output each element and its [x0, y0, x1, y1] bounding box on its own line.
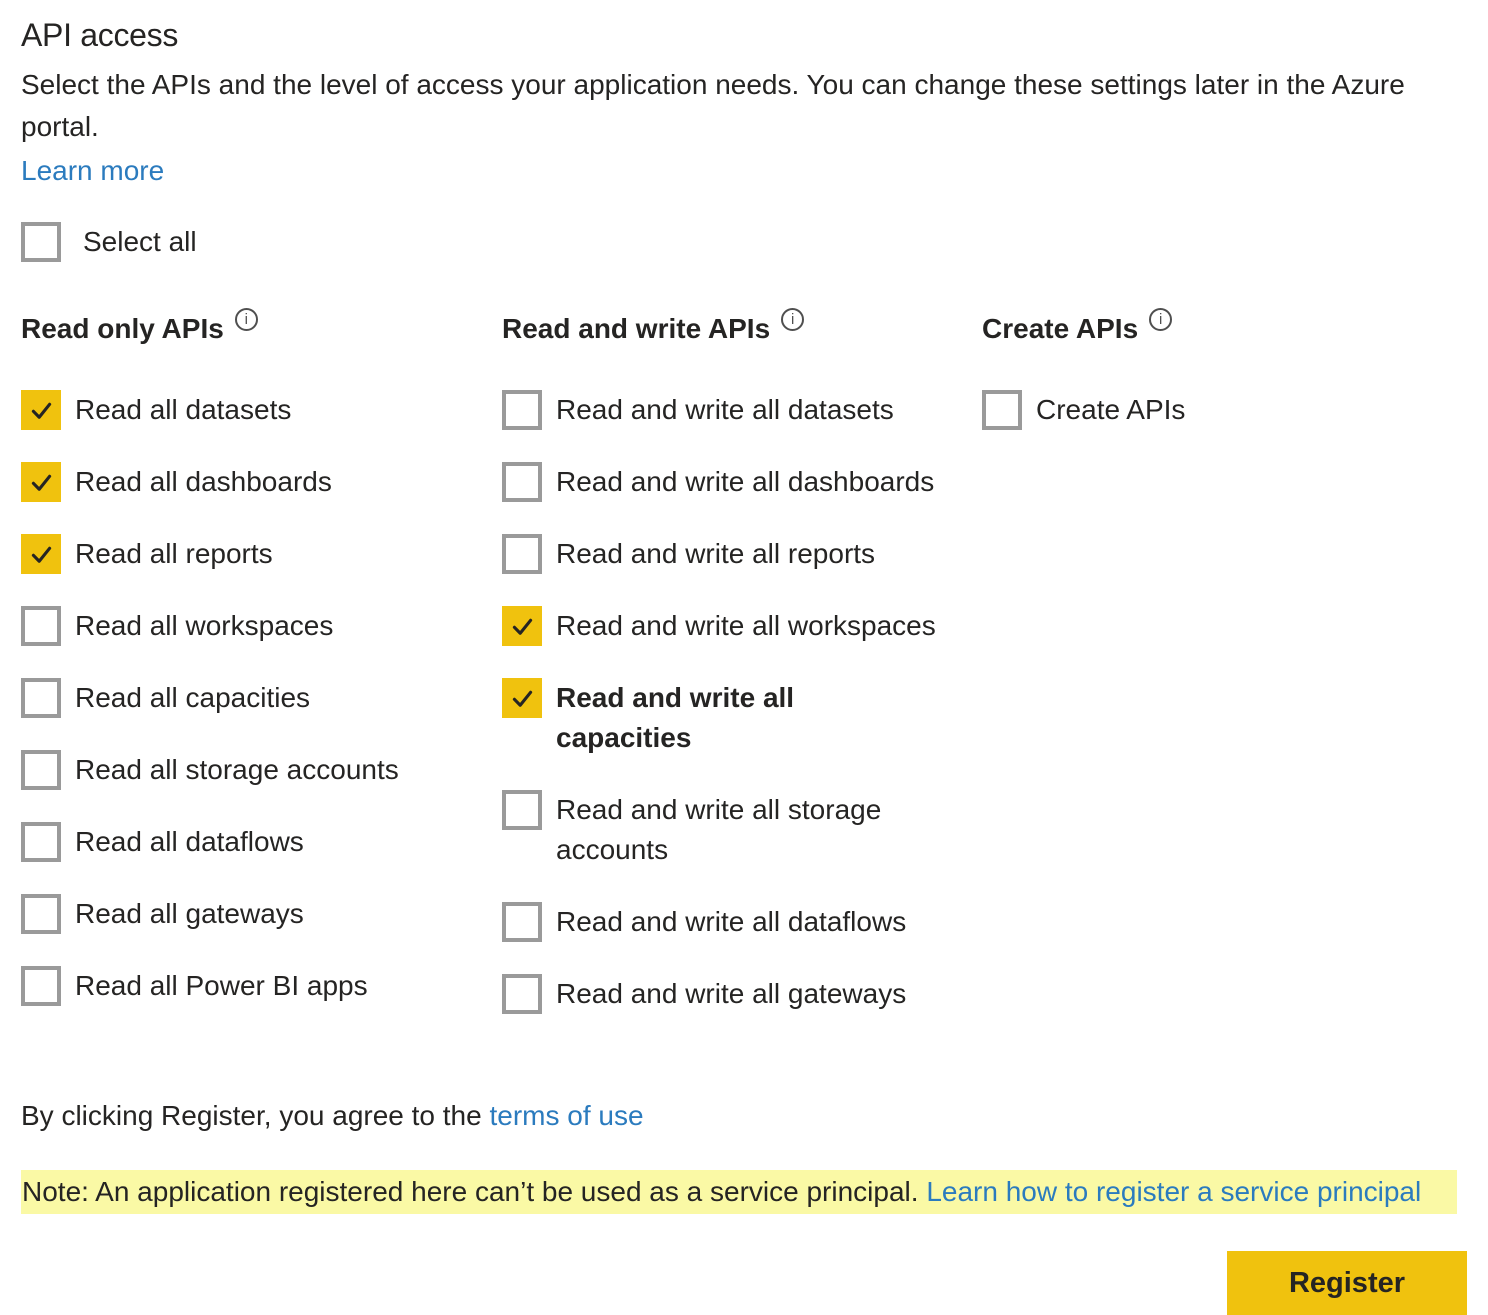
checkbox-label: Read all gateways	[75, 894, 304, 934]
column-header: Read and write APIsi	[502, 312, 982, 346]
api-checkbox-row[interactable]: Read and write all dashboards	[502, 462, 982, 502]
info-icon[interactable]: i	[235, 308, 258, 331]
checkmark-icon	[509, 613, 536, 640]
checkbox-label: Read all capacities	[75, 678, 310, 718]
checkbox-unchecked[interactable]	[502, 790, 542, 830]
checkbox-label: Read all dataflows	[75, 822, 304, 862]
checkbox-unchecked[interactable]	[502, 462, 542, 502]
api-checkbox-row[interactable]: Read and write all capacities	[502, 678, 982, 758]
select-all-row[interactable]: Select all	[21, 222, 1467, 262]
api-checkbox-row[interactable]: Read all dashboards	[21, 462, 502, 502]
checkbox-unchecked[interactable]	[21, 822, 61, 862]
checkbox-label: Read and write all capacities	[556, 678, 936, 758]
select-all-checkbox[interactable]	[21, 222, 61, 262]
footer-actions: Register	[21, 1251, 1467, 1315]
agreement-text: By clicking Register, you agree to the t…	[21, 1098, 1467, 1134]
api-checkbox-row[interactable]: Read all dataflows	[21, 822, 502, 862]
checkbox-label: Read all datasets	[75, 390, 291, 430]
info-icon[interactable]: i	[781, 308, 804, 331]
checkbox-unchecked[interactable]	[502, 534, 542, 574]
checkbox-unchecked[interactable]	[21, 606, 61, 646]
checkbox-label: Read and write all reports	[556, 534, 875, 574]
checkbox-checked[interactable]	[21, 534, 61, 574]
api-column-0: Read only APIsi Read all datasets Read all…	[21, 312, 502, 1038]
api-checkbox-row[interactable]: Read all reports	[21, 534, 502, 574]
page-title: API access	[21, 16, 1467, 54]
checkbox-unchecked[interactable]	[502, 974, 542, 1014]
api-checkbox-row[interactable]: Read all workspaces	[21, 606, 502, 646]
api-checkbox-row[interactable]: Read and write all workspaces	[502, 606, 982, 646]
checkbox-label: Read all reports	[75, 534, 273, 574]
api-checkbox-row[interactable]: Read all datasets	[21, 390, 502, 430]
checkbox-label: Read all dashboards	[75, 462, 332, 502]
api-column-1: Read and write APIsi Read and write all d…	[502, 312, 982, 1046]
checkbox-unchecked[interactable]	[21, 966, 61, 1006]
api-checkbox-row[interactable]: Read and write all dataflows	[502, 902, 982, 942]
checkbox-checked[interactable]	[21, 462, 61, 502]
api-checkbox-row[interactable]: Read and write all gateways	[502, 974, 982, 1014]
api-checkbox-row[interactable]: Create APIs	[982, 390, 1467, 430]
checkbox-checked[interactable]	[21, 390, 61, 430]
api-checkbox-row[interactable]: Read all capacities	[21, 678, 502, 718]
checkmark-icon	[509, 685, 536, 712]
column-header: Create APIsi	[982, 312, 1467, 346]
api-checkbox-row[interactable]: Read all gateways	[21, 894, 502, 934]
checkbox-label: Create APIs	[1036, 390, 1185, 430]
checkbox-label: Read and write all workspaces	[556, 606, 936, 646]
note-text: Note: An application registered here can…	[22, 1176, 926, 1207]
checkbox-unchecked[interactable]	[21, 678, 61, 718]
checkbox-label: Read and write all datasets	[556, 390, 894, 430]
checkbox-label: Read all workspaces	[75, 606, 333, 646]
select-all-label: Select all	[83, 222, 197, 262]
checkbox-unchecked[interactable]	[502, 390, 542, 430]
api-checkbox-row[interactable]: Read and write all reports	[502, 534, 982, 574]
checkmark-icon	[28, 541, 55, 568]
column-header-label: Create APIs	[982, 312, 1138, 346]
checkbox-unchecked[interactable]	[502, 902, 542, 942]
register-button[interactable]: Register	[1227, 1251, 1467, 1315]
api-checkbox-row[interactable]: Read all storage accounts	[21, 750, 502, 790]
api-checkbox-row[interactable]: Read and write all storage accounts	[502, 790, 982, 870]
checkmark-icon	[28, 469, 55, 496]
info-icon[interactable]: i	[1149, 308, 1172, 331]
api-columns: Read only APIsi Read all datasets Read all…	[21, 312, 1467, 1046]
checkbox-unchecked[interactable]	[21, 750, 61, 790]
checkbox-label: Read and write all dashboards	[556, 462, 934, 502]
service-principal-note: Note: An application registered here can…	[21, 1170, 1457, 1214]
agreement-prefix: By clicking Register, you agree to the	[21, 1100, 489, 1131]
terms-of-use-link[interactable]: terms of use	[489, 1100, 643, 1131]
checkbox-label: Read all storage accounts	[75, 750, 399, 790]
learn-more-link[interactable]: Learn more	[21, 153, 164, 189]
api-checkbox-row[interactable]: Read all Power BI apps	[21, 966, 502, 1006]
checkbox-label: Read and write all dataflows	[556, 902, 906, 942]
column-header-label: Read only APIs	[21, 312, 224, 346]
column-header: Read only APIsi	[21, 312, 502, 346]
checkbox-label: Read all Power BI apps	[75, 966, 368, 1006]
column-header-label: Read and write APIs	[502, 312, 770, 346]
checkbox-label: Read and write all gateways	[556, 974, 906, 1014]
checkbox-label: Read and write all storage accounts	[556, 790, 936, 870]
checkbox-unchecked[interactable]	[982, 390, 1022, 430]
checkbox-checked[interactable]	[502, 678, 542, 718]
checkbox-checked[interactable]	[502, 606, 542, 646]
api-checkbox-row[interactable]: Read and write all datasets	[502, 390, 982, 430]
register-service-principal-link[interactable]: Learn how to register a service principa…	[926, 1176, 1421, 1207]
page-description: Select the APIs and the level of access …	[21, 64, 1416, 148]
checkmark-icon	[28, 397, 55, 424]
checkbox-unchecked[interactable]	[21, 894, 61, 934]
api-access-page: API access Select the APIs and the level…	[0, 0, 1488, 1315]
api-column-2: Create APIsiCreate APIs	[982, 312, 1467, 462]
